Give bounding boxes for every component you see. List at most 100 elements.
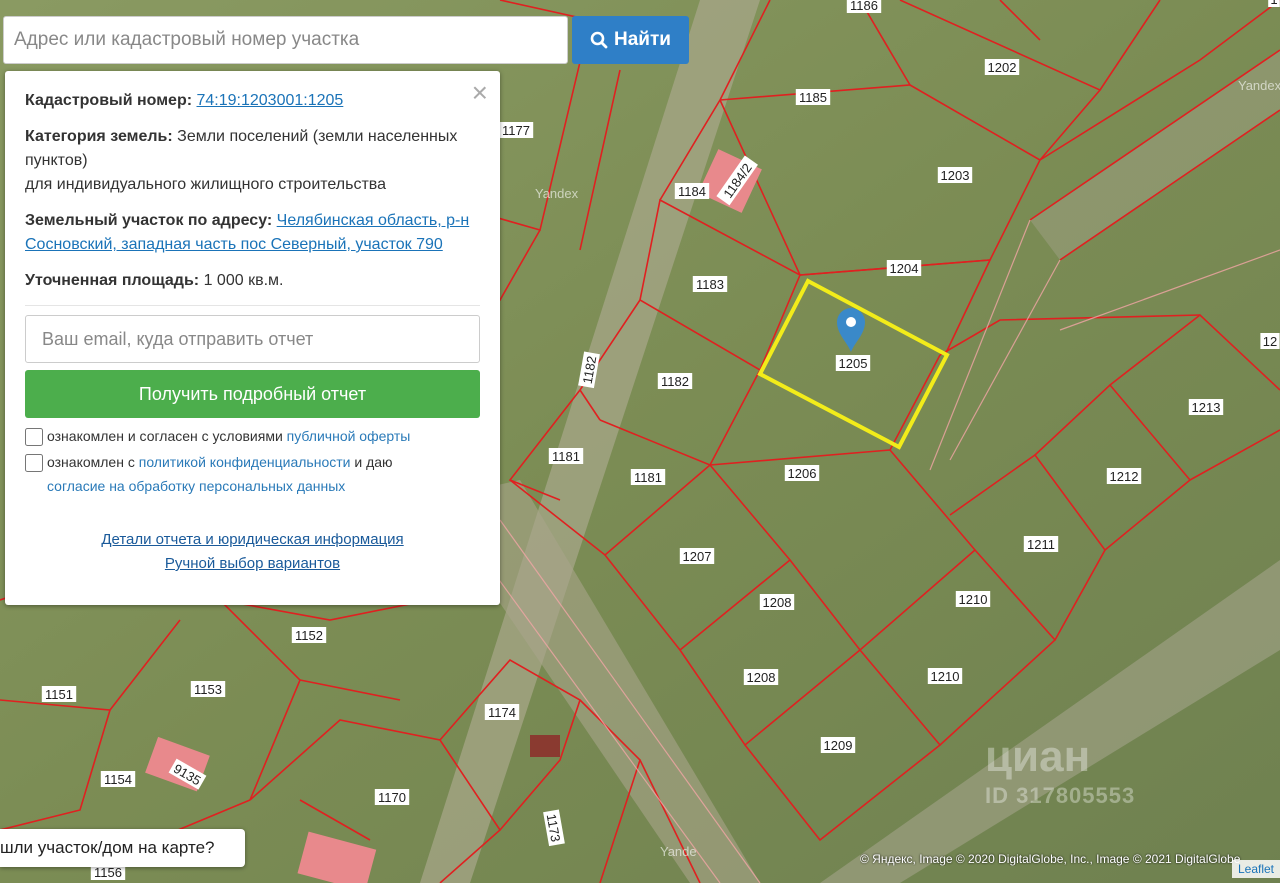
get-report-button[interactable]: Получить подробный отчет: [25, 370, 480, 418]
plot-number: 1212: [1110, 469, 1139, 484]
plot-number: 1151: [45, 687, 73, 702]
plot-number-label: 1170: [374, 789, 410, 805]
watermark-id: ID 317805553: [985, 783, 1136, 808]
cadastral-row: Кадастровый номер: 74:19:1203001:1205: [25, 89, 480, 113]
footer-links: Детали отчета и юридическая информация Р…: [25, 528, 480, 576]
plot-number-label: 1208: [759, 594, 795, 610]
found-plot-prompt[interactable]: шли участок/дом на карте?: [0, 829, 245, 867]
search-bar: Найти: [3, 16, 689, 64]
plot-number: 1213: [1192, 400, 1221, 415]
plot-number: 1170: [378, 790, 406, 805]
search-input[interactable]: [3, 16, 568, 64]
plot-number-label: 1204: [886, 260, 922, 276]
cadastral-label: Кадастровый номер:: [25, 92, 193, 109]
plot-number: 1204: [890, 261, 919, 276]
plot-number: 1181: [634, 470, 662, 485]
plot-number: 1206: [788, 466, 817, 481]
plot-number-label: 1154: [100, 771, 136, 787]
plot-number-label: 1: [1268, 0, 1280, 7]
plot-number: 1154: [104, 772, 132, 787]
plot-number-label: 1181: [548, 448, 584, 464]
category-label: Категория земель:: [25, 128, 173, 145]
leaflet-link[interactable]: Leaflet: [1231, 860, 1280, 878]
plot-number: 1152: [295, 628, 323, 643]
yandex-label: Yande: [660, 844, 697, 859]
close-icon[interactable]: ×: [472, 79, 488, 107]
category-row: Категория земель: Земли поселений (земли…: [25, 125, 480, 197]
plot-number: 1182: [661, 374, 689, 389]
plot-number-label: 1153: [190, 681, 226, 697]
plot-number-label: 1182: [657, 373, 693, 389]
consent-privacy-text: ознакомлен с политикой конфиденциальност…: [47, 450, 393, 498]
plot-number: 1210: [931, 669, 960, 684]
consent-offer-text: ознакомлен и согласен с условиями публич…: [47, 424, 410, 448]
plot-number-label: 1207: [679, 548, 715, 564]
plot-number-label: 1174: [484, 704, 520, 720]
plot-number: 1156: [94, 865, 122, 880]
plot-number: 1210: [959, 592, 988, 607]
plot-number: 1184: [678, 184, 706, 199]
plot-number: 1185: [799, 90, 827, 105]
privacy-checkbox[interactable]: [25, 454, 43, 472]
yandex-label: Yandex: [535, 186, 579, 201]
plot-number: 1205: [839, 356, 868, 371]
plot-number-label: 1205: [835, 355, 871, 371]
plot-number-label: 1206: [784, 465, 820, 481]
plot-number-label: 1177: [498, 122, 534, 138]
plot-number-label: 1181: [630, 469, 666, 485]
plot-number-label: 1203: [937, 167, 973, 183]
plot-number: 1177: [502, 123, 530, 138]
plot-number-label: 1209: [820, 737, 856, 753]
consent-privacy-label: ознакомлен с: [47, 454, 135, 470]
plot-number-label: 1183: [692, 276, 728, 292]
data-processing-link[interactable]: согласие на обработку персональных данны…: [47, 478, 345, 494]
plot-number: 1181: [552, 449, 580, 464]
roof-dark: [530, 735, 560, 757]
consent-privacy-row: ознакомлен с политикой конфиденциальност…: [25, 450, 480, 498]
offer-checkbox[interactable]: [25, 428, 43, 446]
plot-number: 1211: [1027, 537, 1055, 552]
plot-number-label: 12: [1260, 333, 1280, 349]
public-offer-link[interactable]: публичной оферты: [287, 428, 411, 444]
plot-number: 1208: [763, 595, 792, 610]
address-label: Земельный участок по адресу:: [25, 212, 273, 229]
plot-number: 1208: [747, 670, 776, 685]
found-plot-prompt-text: шли участок/дом на карте?: [0, 838, 215, 857]
privacy-policy-link[interactable]: политикой конфиденциальности: [139, 454, 351, 470]
plot-number-label: 1212: [1106, 468, 1142, 484]
plot-number-label: 1152: [291, 627, 327, 643]
email-field[interactable]: [25, 315, 480, 363]
area-row: Уточненная площадь: 1 000 кв.м.: [25, 269, 480, 293]
plot-number: 1207: [683, 549, 712, 564]
address-row: Земельный участок по адресу: Челябинская…: [25, 209, 480, 257]
consent-privacy-label-b: и даю: [354, 454, 393, 470]
search-button[interactable]: Найти: [572, 16, 689, 64]
plot-number: 1174: [488, 705, 516, 720]
plot-number: 1209: [824, 738, 853, 753]
report-details-link[interactable]: Детали отчета и юридическая информация: [25, 528, 480, 552]
divider: [25, 305, 480, 306]
yandex-label: Yandex: [1238, 78, 1280, 93]
plot-number-label: 1213: [1188, 399, 1224, 415]
plot-number-label: 1185: [795, 89, 831, 105]
manual-selection-link[interactable]: Ручной выбор вариантов: [25, 552, 480, 576]
plot-number-label: 1210: [927, 668, 963, 684]
cadastral-number-link[interactable]: 74:19:1203001:1205: [197, 92, 344, 109]
consent-offer-row: ознакомлен и согласен с условиями публич…: [25, 424, 480, 448]
plot-number-label: 1211: [1023, 536, 1059, 552]
plot-number: 1153: [194, 682, 222, 697]
area-value: 1 000 кв.м.: [203, 272, 284, 289]
search-icon: [590, 31, 608, 49]
plot-number-label: 1184: [674, 183, 710, 199]
search-button-label: Найти: [614, 29, 671, 50]
plot-number: 1203: [941, 168, 970, 183]
plot-number: 1202: [988, 60, 1017, 75]
plot-number-label: 1210: [955, 591, 991, 607]
plot-number-label: 1208: [743, 669, 779, 685]
plot-number: 12: [1263, 334, 1277, 349]
plot-number: 1186: [850, 0, 878, 13]
area-label: Уточненная площадь:: [25, 272, 200, 289]
cian-watermark: циан ID 317805553: [985, 735, 1135, 807]
category-usage: для индивидуального жилищного строительс…: [25, 176, 386, 193]
plot-number-label: 1186: [846, 0, 882, 13]
